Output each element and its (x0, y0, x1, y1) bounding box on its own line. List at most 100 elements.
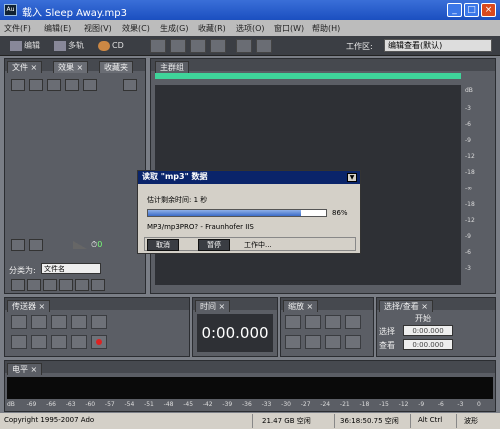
tab-selection-view[interactable]: 选择/查看 × (379, 300, 433, 312)
menu-window[interactable]: 窗口(W) (274, 23, 304, 34)
zoom-out-amplitude-icon[interactable] (305, 315, 321, 329)
level-scale-tick: -3 (457, 401, 464, 408)
stop-button[interactable] (11, 315, 27, 329)
workspace-select[interactable]: 编辑查看(默认) (384, 39, 492, 52)
display-tool-2[interactable] (170, 39, 186, 53)
progress-bar (147, 209, 327, 217)
multitrack-view-button[interactable]: 多轨 (54, 39, 84, 53)
import-file-icon[interactable] (11, 79, 25, 91)
level-scale-tick: -63 (65, 401, 76, 408)
level-scale-tick: -6 (437, 401, 444, 408)
sort-select[interactable]: 文件名 (41, 263, 101, 274)
edit-view-button[interactable]: 编辑 (10, 39, 40, 53)
zoom-in-amplitude-icon[interactable] (285, 315, 301, 329)
menu-edit[interactable]: 编辑(E) (44, 23, 71, 34)
view-start-field[interactable]: 0:00.000 (403, 339, 453, 350)
view-icon-6[interactable] (91, 279, 105, 291)
tab-main-group[interactable]: 主群组 (155, 61, 189, 73)
loop-icon[interactable] (29, 239, 43, 251)
selection-panel: 选择/查看 × 开始 选择 0:00.000 查看 0:00.000 (376, 297, 496, 357)
menu-view[interactable]: 视图(V) (84, 23, 112, 34)
cd-icon (98, 40, 110, 51)
level-scale-tick: -27 (300, 401, 311, 408)
fast-forward-button[interactable] (51, 335, 67, 349)
zoom-panel: 缩放 × (280, 297, 374, 357)
level-scale-tick: -69 (26, 401, 37, 408)
level-scale-tick: -57 (104, 401, 115, 408)
display-tool-1[interactable] (150, 39, 166, 53)
play-button[interactable] (31, 315, 47, 329)
tab-files[interactable]: 文件 × (7, 61, 43, 73)
tab-favorites[interactable]: 收藏夹 (99, 61, 133, 73)
zoom-full-icon[interactable] (325, 315, 341, 329)
close-button[interactable]: × (481, 3, 496, 17)
zoom-right-edge-icon[interactable] (345, 335, 361, 349)
insert-cd-icon[interactable] (65, 79, 79, 91)
rewind-button[interactable] (31, 335, 47, 349)
multitrack-icon (54, 40, 66, 51)
tab-zoom[interactable]: 缩放 × (283, 300, 319, 312)
menu-help[interactable]: 帮助(H) (312, 23, 340, 34)
workspace-label: 工作区: (346, 42, 373, 51)
app-icon: Au (4, 4, 17, 16)
minimize-button[interactable]: _ (447, 3, 462, 17)
tab-transport[interactable]: 传送器 × (7, 300, 51, 312)
menu-favorites[interactable]: 收藏(R) (198, 23, 226, 34)
sort-label: 分类为: (9, 266, 36, 275)
play-preview-icon[interactable] (83, 79, 97, 91)
view-icon-3[interactable] (43, 279, 57, 291)
maximize-button[interactable]: □ (464, 3, 479, 17)
play-to-end-button[interactable] (71, 315, 87, 329)
go-to-end-button[interactable] (71, 335, 87, 349)
zoom-left-edge-icon[interactable] (325, 335, 341, 349)
display-tool-4[interactable] (210, 39, 226, 53)
level-scale-tick: -51 (144, 401, 154, 408)
volume-icon[interactable] (73, 241, 87, 249)
level-scale: dB -69 -66 -63 -60 -57 -54 -51 -48 -45 -42 -39 -36 -3… (7, 401, 493, 409)
go-to-start-button[interactable] (11, 335, 27, 349)
selection-start-field[interactable]: 0:00.000 (403, 325, 453, 336)
tab-effects[interactable]: 效果 × (53, 61, 89, 73)
view-icon-1[interactable] (11, 279, 25, 291)
loop-play-button[interactable] (91, 315, 107, 329)
tab-time[interactable]: 时间 × (195, 300, 231, 312)
zoom-in-horizontal-icon[interactable] (285, 335, 301, 349)
auto-play-icon[interactable] (123, 79, 137, 91)
close-file-icon[interactable] (29, 79, 43, 91)
db-ruler: dB -3 -6 -9 -12 -18 -∞ -18 -12 -9 -6 -3 (465, 87, 475, 272)
preview-controls: ⏱0 (11, 239, 141, 253)
cancel-button[interactable]: 取消 (147, 239, 179, 251)
disk-free: 21.47 GB 空闲 (262, 417, 311, 425)
zoom-selection-icon[interactable] (345, 315, 361, 329)
menu-effects[interactable]: 效果(C) (122, 23, 150, 34)
menu-file[interactable]: 文件(F) (4, 23, 31, 34)
menu-generate[interactable]: 生成(G) (160, 23, 188, 34)
progress-fill (148, 210, 302, 216)
overview-bar[interactable] (155, 73, 461, 79)
time-selection-tool[interactable] (236, 39, 252, 53)
main-tabstrip (151, 59, 495, 71)
time-display: 0:00.000 (197, 314, 273, 352)
dialog-menu-icon[interactable]: ▼ (347, 173, 357, 182)
level-scale-tick: -30 (281, 401, 291, 408)
cd-view-button[interactable]: CD (98, 39, 124, 53)
view-icon-5[interactable] (75, 279, 89, 291)
view-icon-4[interactable] (59, 279, 73, 291)
hybrid-tool[interactable] (256, 39, 272, 53)
display-tool-3[interactable] (190, 39, 206, 53)
copyright-text: Copyright 1995-2007 Ado (4, 416, 95, 424)
zoom-out-horizontal-icon[interactable] (305, 335, 321, 349)
waveform-icon (10, 40, 22, 51)
menu-options[interactable]: 选项(O) (236, 23, 265, 34)
insert-file-icon[interactable] (47, 79, 61, 91)
pause-button[interactable]: 暂停 (198, 239, 230, 251)
tab-levels[interactable]: 电平 × (7, 363, 43, 375)
speaker-icon[interactable] (11, 239, 25, 251)
record-button[interactable] (91, 335, 107, 349)
level-scale-tick: -18 (359, 401, 370, 408)
level-scale-tick: -9 (418, 401, 425, 408)
transport-panel: 传送器 × (4, 297, 190, 357)
level-panel: 电平 × dB -69 -66 -63 -60 -57 -54 -51 -48 -45 -42 -39… (4, 360, 496, 412)
pause-transport-button[interactable] (51, 315, 67, 329)
view-icon-2[interactable] (27, 279, 41, 291)
